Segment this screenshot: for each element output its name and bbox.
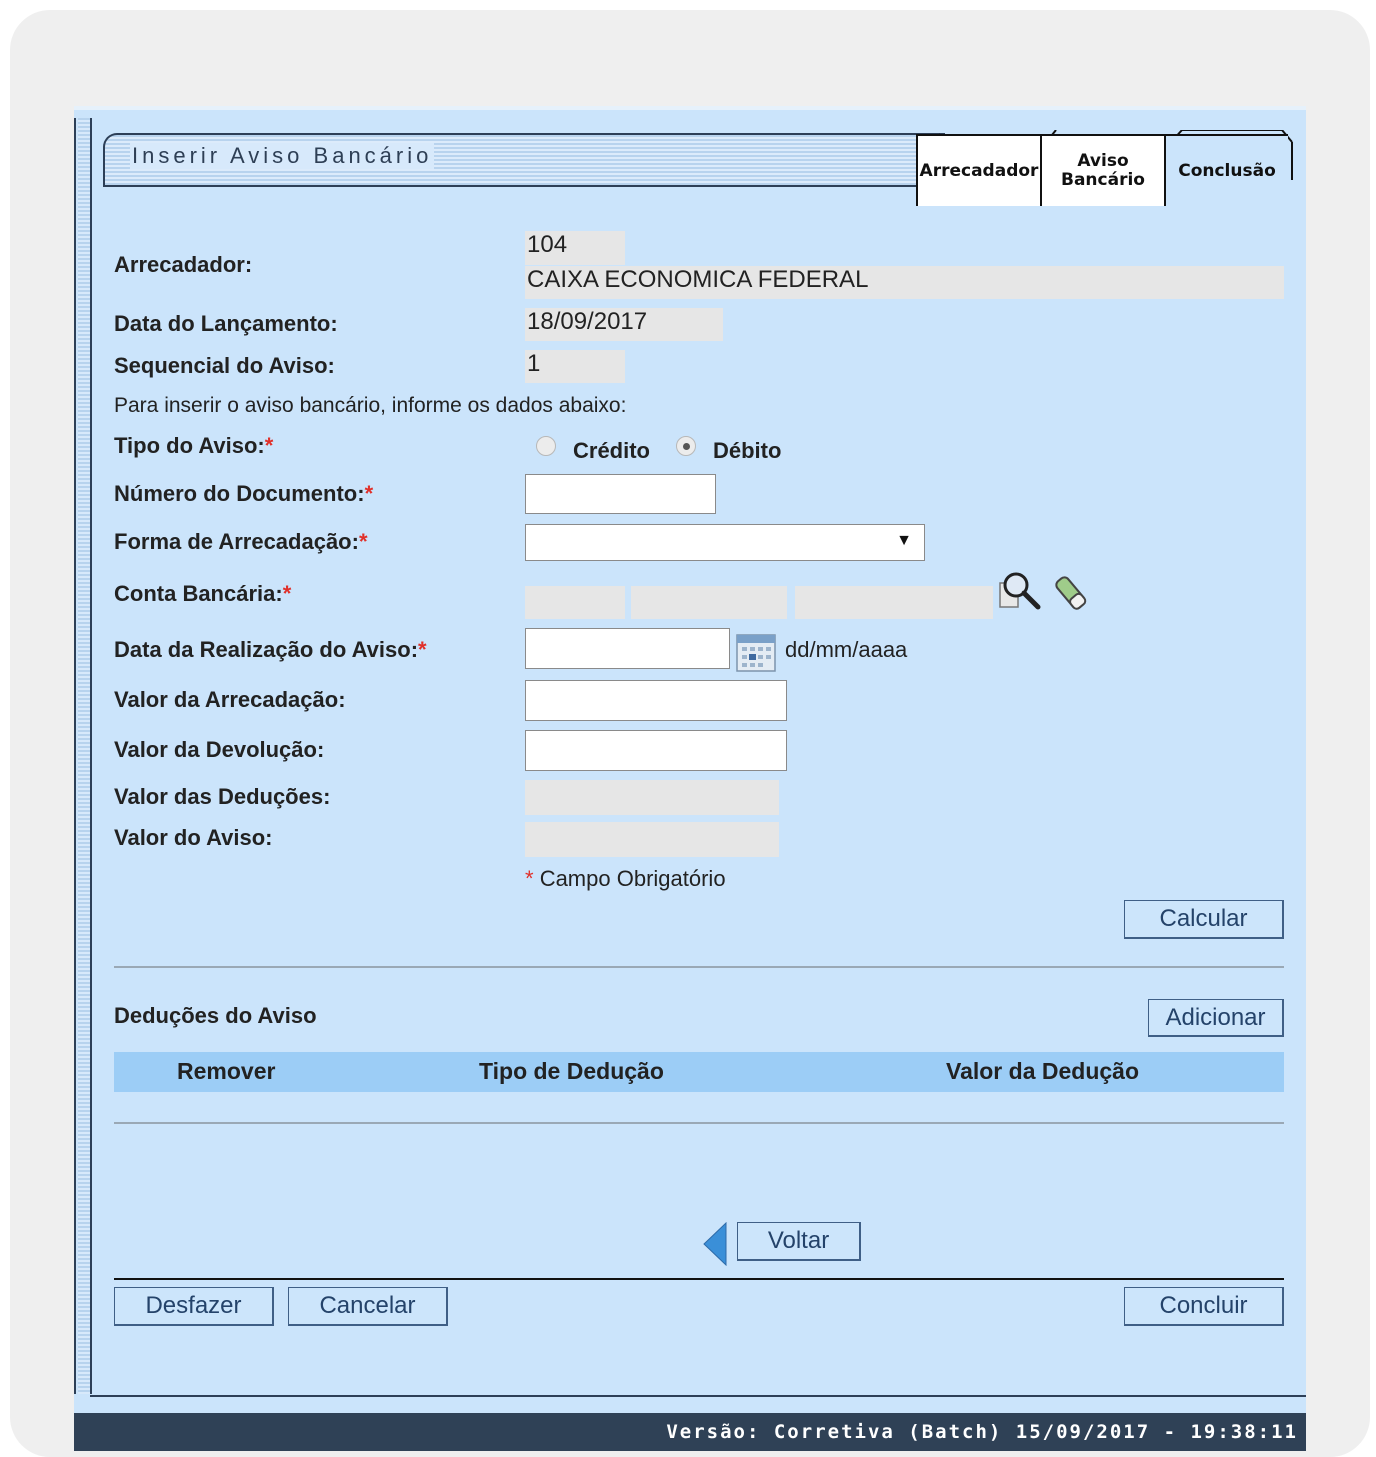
forma-arrecadacao-select[interactable]: ▼ xyxy=(525,524,925,561)
version-footer: Versão: Corretiva (Batch) 15/09/2017 - 1… xyxy=(74,1413,1306,1451)
tab-aviso-bancario[interactable]: Aviso Bancário xyxy=(1040,134,1166,206)
tab-aviso-label-line2: Bancário xyxy=(1061,170,1145,190)
divider-top xyxy=(114,966,1284,968)
required-asterisk: * xyxy=(364,481,374,506)
conta-banco-field xyxy=(525,586,625,619)
col-remover: Remover xyxy=(177,1058,276,1084)
concluir-button[interactable]: Concluir xyxy=(1124,1287,1284,1326)
cancelar-button[interactable]: Cancelar xyxy=(288,1287,448,1326)
left-hatch xyxy=(78,118,90,1394)
tab-arrecadador[interactable]: Arrecadador xyxy=(916,134,1042,206)
tab-arrecadador-label: Arrecadador xyxy=(919,160,1039,181)
numero-documento-label: Número do Documento: xyxy=(114,481,365,506)
conta-numero-field xyxy=(795,586,993,619)
required-note-text: Campo Obrigatório xyxy=(539,866,726,891)
date-format-hint: dd/mm/aaaa xyxy=(785,637,908,662)
numero-documento-label-row: Número do Documento:* xyxy=(114,481,373,507)
data-realizacao-input[interactable] xyxy=(525,628,730,669)
required-note: * Campo Obrigatório xyxy=(525,866,726,892)
eraser-icon[interactable] xyxy=(1052,571,1092,615)
title-bar: Inserir Aviso Bancário xyxy=(103,133,945,187)
desfazer-button[interactable]: Desfazer xyxy=(114,1287,274,1326)
required-asterisk: * xyxy=(418,637,427,662)
required-asterisk: * xyxy=(282,581,292,606)
valor-aviso-field xyxy=(525,822,779,857)
tab-conclusao[interactable]: Conclusão xyxy=(1164,134,1288,206)
radio-debito[interactable] xyxy=(676,436,696,456)
inner-left-border xyxy=(90,118,92,1394)
credito-label: Crédito xyxy=(573,438,650,463)
divider-table-bottom xyxy=(114,1122,1284,1124)
main-panel: Inserir Aviso Bancário Arrecadador Aviso… xyxy=(74,106,1306,1451)
bottom-border xyxy=(90,1395,1306,1397)
valor-arrecadacao-input[interactable] xyxy=(525,680,787,721)
valor-deducoes-field xyxy=(525,780,779,815)
data-lancamento-value: 18/09/2017 xyxy=(525,308,723,341)
valor-deducoes-label: Valor das Deduções: xyxy=(114,784,331,809)
voltar-button[interactable]: Voltar xyxy=(737,1222,861,1261)
required-asterisk: * xyxy=(264,433,274,458)
col-valor-deducao: Valor da Dedução xyxy=(946,1058,1140,1084)
tipo-aviso-label: Tipo do Aviso: xyxy=(114,433,265,458)
page-title: Inserir Aviso Bancário xyxy=(130,143,435,169)
deducoes-title: Deduções do Aviso xyxy=(114,1003,317,1028)
arrecadador-name: CAIXA ECONOMICA FEDERAL xyxy=(525,266,1284,299)
conta-bancaria-label-row: Conta Bancária:* xyxy=(114,581,291,607)
col-tipo-deducao: Tipo de Dedução xyxy=(479,1058,664,1084)
data-realizacao-label-row: Data da Realização do Aviso:* xyxy=(114,637,427,663)
valor-arrecadacao-label: Valor da Arrecadação: xyxy=(114,687,346,712)
left-border xyxy=(74,118,76,1394)
tipo-aviso-label-row: Tipo do Aviso:* xyxy=(114,433,273,459)
adicionar-button[interactable]: Adicionar xyxy=(1148,999,1284,1037)
required-note-asterisk: * xyxy=(525,866,534,891)
dropdown-arrow-icon: ▼ xyxy=(896,532,912,549)
instructions-text: Para inserir o aviso bancário, informe o… xyxy=(114,394,627,417)
sequencial-label: Sequencial do Aviso: xyxy=(114,353,335,378)
numero-documento-input[interactable] xyxy=(525,474,716,514)
search-icon[interactable] xyxy=(998,569,1046,615)
top-rule xyxy=(74,106,1306,110)
sequencial-value: 1 xyxy=(525,350,625,383)
tab-conclusao-label: Conclusão xyxy=(1178,160,1276,181)
version-text: Versão: Corretiva (Batch) 15/09/2017 - 1… xyxy=(666,1421,1298,1443)
calendar-icon[interactable] xyxy=(736,634,776,672)
tab-strip: Arrecadador Aviso Bancário Conclusão xyxy=(916,130,1296,206)
required-asterisk: * xyxy=(358,529,368,554)
valor-devolucao-label: Valor da Devolução: xyxy=(114,737,325,762)
conta-bancaria-label: Conta Bancária: xyxy=(114,581,283,606)
divider-bottom xyxy=(114,1278,1284,1280)
calcular-button[interactable]: Calcular xyxy=(1124,900,1284,939)
forma-arrecadacao-label-row: Forma de Arrecadação:* xyxy=(114,529,368,555)
valor-aviso-label: Valor do Aviso: xyxy=(114,825,273,850)
deducoes-table-header: Remover Tipo de Dedução Valor da Dedução xyxy=(114,1052,1284,1092)
valor-devolucao-input[interactable] xyxy=(525,730,787,771)
debito-label: Débito xyxy=(713,438,782,463)
tab-aviso-label-line1: Aviso xyxy=(1077,151,1129,171)
back-arrow-icon[interactable] xyxy=(702,1222,728,1266)
data-realizacao-label: Data da Realização do Aviso: xyxy=(114,637,419,662)
forma-arrecadacao-label: Forma de Arrecadação: xyxy=(114,529,359,554)
radio-credito[interactable] xyxy=(536,436,556,456)
conta-agencia-field xyxy=(631,586,787,619)
arrecadador-label: Arrecadador: xyxy=(114,252,253,277)
arrecadador-code: 104 xyxy=(525,231,625,265)
data-lancamento-label: Data do Lançamento: xyxy=(114,311,338,336)
